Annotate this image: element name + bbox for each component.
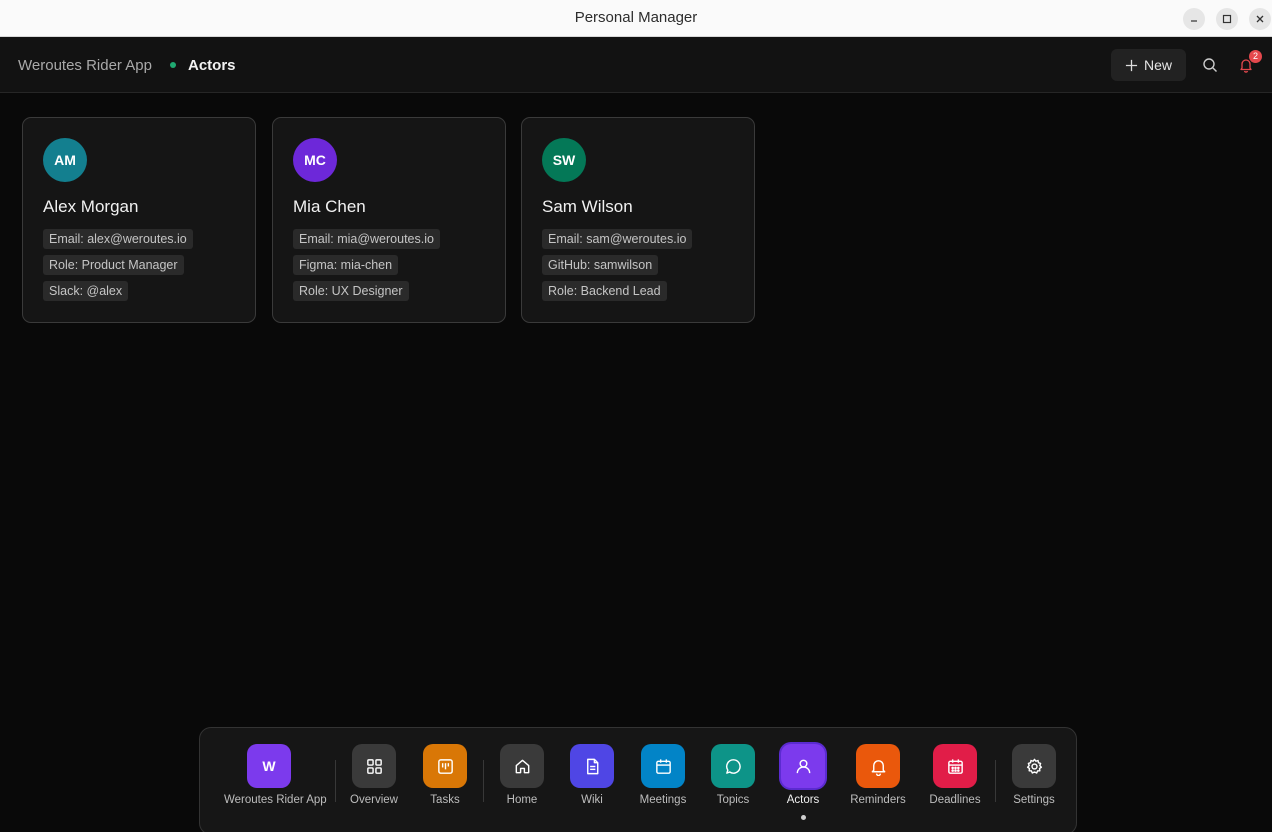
- actor-name: Sam Wilson: [542, 197, 633, 216]
- maximize-button[interactable]: [1216, 8, 1238, 30]
- new-button-label: New: [1143, 57, 1172, 73]
- actor-card[interactable]: MC Mia Chen Email: mia@weroutes.io Figma…: [272, 117, 506, 323]
- close-icon: [1256, 15, 1264, 23]
- close-button[interactable]: [1249, 8, 1271, 30]
- actor-name: Alex Morgan: [43, 197, 139, 216]
- page-title: Actors: [188, 57, 236, 74]
- chat-bubble-icon: [725, 758, 741, 774]
- actor-tag: Role: Backend Lead: [542, 281, 667, 301]
- dock-item-settings[interactable]: Settings: [989, 744, 1079, 806]
- bell-icon: [871, 759, 885, 776]
- actor-name: Mia Chen: [293, 197, 366, 216]
- user-icon: [796, 759, 810, 773]
- actor-card[interactable]: SW Sam Wilson Email: sam@weroutes.io Git…: [521, 117, 755, 323]
- dock-label: Settings: [1013, 794, 1055, 806]
- active-indicator: [801, 815, 806, 820]
- search-button[interactable]: [1200, 55, 1220, 75]
- breadcrumb-project[interactable]: Weroutes Rider App: [18, 57, 152, 74]
- actor-tag: Email: alex@weroutes.io: [43, 229, 193, 249]
- avatar: MC: [293, 138, 337, 182]
- maximize-icon: [1222, 14, 1232, 24]
- actor-tag: Role: UX Designer: [293, 281, 409, 301]
- avatar: SW: [542, 138, 586, 182]
- dock-label: Deadlines: [929, 794, 981, 806]
- grid-icon: [366, 758, 382, 774]
- calendar-grid-icon: [947, 758, 963, 774]
- dock-item-project[interactable]: W Weroutes Rider App: [224, 744, 327, 806]
- title-bar: Personal Manager: [0, 0, 1272, 37]
- kanban-icon: [437, 758, 453, 774]
- home-icon: [515, 759, 529, 773]
- gear-icon: [1026, 758, 1042, 774]
- search-icon: [1203, 58, 1217, 72]
- breadcrumb-separator: [170, 62, 176, 68]
- avatar: AM: [43, 138, 87, 182]
- bottom-dock: W Weroutes Rider App Overview Tasks Home…: [199, 727, 1077, 832]
- app-header: Weroutes Rider App Actors New: [0, 37, 1272, 93]
- dock-item-deadlines[interactable]: Deadlines: [910, 744, 1000, 806]
- actor-tag: Role: Product Manager: [43, 255, 184, 275]
- actor-tag: Slack: @alex: [43, 281, 129, 301]
- actor-card[interactable]: AM Alex Morgan Email: alex@weroutes.io R…: [22, 117, 256, 323]
- project-tile: W: [247, 744, 291, 788]
- actor-tag: GitHub: samwilson: [542, 255, 659, 275]
- new-button[interactable]: New: [1111, 49, 1186, 81]
- minimize-icon: [1191, 20, 1197, 22]
- plus-icon: [1125, 59, 1138, 71]
- minimize-button[interactable]: [1183, 8, 1205, 30]
- actor-tag: Figma: mia-chen: [293, 255, 399, 275]
- calendar-icon: [655, 758, 671, 774]
- document-icon: [586, 758, 598, 774]
- actor-tag: Email: mia@weroutes.io: [293, 229, 440, 249]
- actor-tag: Email: sam@weroutes.io: [542, 229, 693, 249]
- dock-label: Weroutes Rider App: [224, 794, 327, 806]
- window-title: Personal Manager: [574, 9, 698, 26]
- notification-badge: 2: [1249, 50, 1262, 63]
